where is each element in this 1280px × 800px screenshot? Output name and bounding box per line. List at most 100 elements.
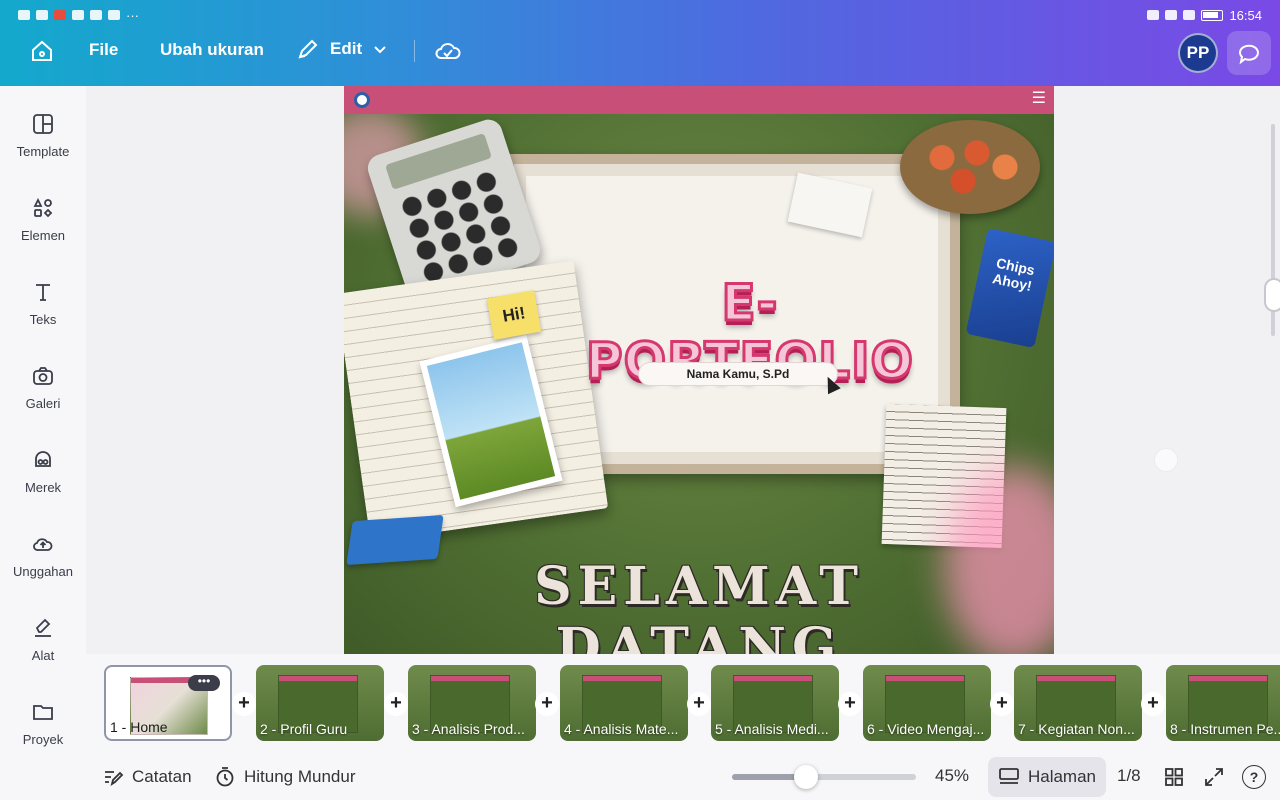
zoom-slider-knob[interactable] [794,765,818,789]
add-page-button[interactable]: + [687,692,711,716]
timer-button[interactable]: Hitung Mundur [214,766,356,788]
tools-icon [108,10,120,20]
sidebar-item-label: Template [16,144,70,159]
brand-icon [35,451,51,467]
sidebar-item-tools[interactable]: Alat [0,616,86,686]
video-icon [36,10,48,20]
page-label: 2 - Profil Guru [260,721,348,737]
file-menu[interactable]: File [89,40,118,60]
welcome-heading[interactable]: SELAMAT DATANG [394,556,1004,654]
page-label: 7 - Kegiatan Non... [1018,721,1135,737]
zoom-value[interactable]: 45% [935,766,969,786]
sidebar-item-label: Alat [31,648,55,663]
sidebar-item-elements[interactable]: Elemen [0,196,86,266]
text-icon [36,284,50,301]
page-label: 5 - Analisis Medi... [715,721,829,737]
page-thumbnail-strip: ••• 1 - Home + 2 - Profil Guru + 3 - Ana… [86,654,1280,754]
sidebar-item-text[interactable]: Teks [0,280,86,350]
sidebar-item-label: Teks [29,312,57,327]
cookie-pack-image: Chips Ahoy! [965,227,1054,349]
comment-icon [1239,44,1259,65]
add-page-button[interactable]: + [384,692,408,716]
page-thumbnail[interactable]: 7 - Kegiatan Non... [1014,665,1142,741]
page-thumbnail[interactable]: 6 - Video Mengaj... [863,665,991,741]
avatar[interactable]: PP [1178,33,1218,73]
name-pill[interactable]: Nama Kamu, S.Pd [638,362,838,386]
cloud-check-icon [435,43,461,59]
timer-icon [216,767,234,787]
page-label: 8 - Instrumen Pe... [1170,721,1280,737]
page-thumbnail[interactable]: 5 - Analisis Medi... [711,665,839,741]
page-thumbnail[interactable]: 2 - Profil Guru [256,665,384,741]
page-thumbnail[interactable]: 3 - Analisis Prod... [408,665,536,741]
resize-menu[interactable]: Ubah ukuran [160,40,264,60]
add-page-button[interactable]: + [232,692,256,716]
fullscreen-button[interactable] [1203,766,1225,788]
pages-view-label: Halaman [1027,767,1097,786]
eye-icon [1147,10,1160,20]
page-counter: 1/8 [1117,766,1141,785]
whatsapp-icon [90,10,102,20]
postit-note: Hi! [486,290,542,340]
notes-icon [105,771,124,787]
home-button[interactable] [26,34,58,68]
canvas-control-dot[interactable] [1154,448,1178,472]
home-icon [32,40,52,61]
page-thumbnail[interactable]: 4 - Analisis Mate... [560,665,688,741]
slide-page[interactable]: ☰ Chips Ahoy! Hi! E-PORTFOLIO Nama Kamu,… [344,86,1054,654]
notification-icon [54,10,66,20]
edit-menu[interactable]: Edit [296,37,388,61]
bottom-toolbar: Catatan Hitung Mundur 45% Halaman 1/8 ? [0,754,1280,800]
school-logo-icon [354,92,370,108]
page-label: 3 - Analisis Prod... [412,721,525,737]
sidebar-item-label: Galeri [25,396,61,411]
elements-icon [33,197,53,218]
status-icons-right: 16:54 [1147,8,1262,23]
zoom-slider[interactable] [732,765,916,789]
camera-icon [33,367,53,385]
sidebar-item-gallery[interactable]: Galeri [0,364,86,434]
page-label: 6 - Video Mengaj... [867,721,985,737]
page-label: 1 - Home [110,719,168,735]
page-thumbnail[interactable]: ••• 1 - Home [104,665,232,741]
mail-icon [72,10,84,20]
folder-icon [33,705,53,720]
page-thumbnail[interactable]: 8 - Instrumen Pe... [1166,665,1280,741]
grid-icon [1165,768,1183,786]
sidebar-item-label: Merek [24,480,62,495]
more-options-icon[interactable]: ••• [188,675,220,691]
menu-divider [414,40,415,62]
draw-tool-icon [35,618,51,637]
page-label: 4 - Analisis Mate... [564,721,679,737]
cloud-save-button[interactable] [433,36,463,71]
status-icons-left: ··· [18,8,139,23]
sidebar-item-uploads[interactable]: Unggahan [0,532,86,602]
wifi-icon [18,10,30,20]
apple-basket-image [900,120,1040,214]
more-status-icon: ··· [126,7,139,23]
add-page-button[interactable]: + [535,692,559,716]
help-button[interactable]: ? [1242,765,1266,789]
top-toolbar: ··· 16:54 File Ubah ukuran Edit PP [0,0,1280,86]
notes-label: Catatan [132,767,192,786]
battery-icon [1201,9,1224,21]
calculator-keys [396,167,523,285]
comment-button[interactable] [1227,31,1271,75]
sidebar-item-label: Proyek [22,732,64,747]
sidebar-item-brand[interactable]: Merek [0,448,86,518]
chevron-down-icon [374,46,386,54]
pencil-icon [298,39,318,59]
notes-button[interactable]: Catatan [102,766,192,788]
pages-view-button[interactable]: Halaman [988,757,1106,797]
side-panel-handle[interactable] [1264,278,1280,312]
pages-layout-icon [999,768,1019,784]
add-page-button[interactable]: + [838,692,862,716]
sidebar-item-template[interactable]: Template [0,112,86,182]
left-sidebar: Template Elemen Teks Galeri Merek Unggah… [0,86,86,800]
sidebar-item-label: Elemen [20,228,66,243]
mute-icon [1183,10,1196,20]
add-page-button[interactable]: + [990,692,1014,716]
grid-view-button[interactable] [1163,766,1185,788]
device-status-bar: ··· 16:54 [0,0,1280,30]
add-page-button[interactable]: + [1141,692,1165,716]
